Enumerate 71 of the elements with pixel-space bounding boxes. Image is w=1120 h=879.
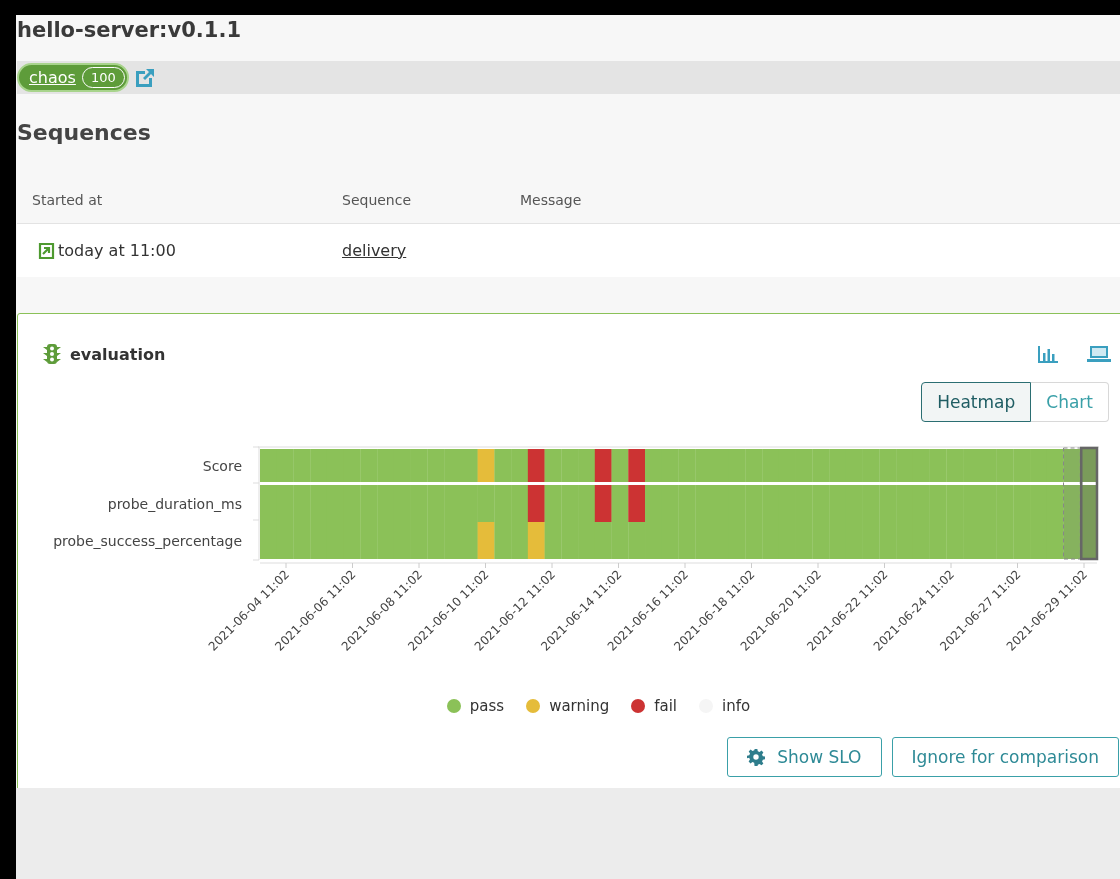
laptop-icon[interactable] <box>1087 345 1111 363</box>
heatmap-cell[interactable] <box>293 522 311 559</box>
heatmap-cell[interactable] <box>578 485 596 522</box>
heatmap-cell[interactable] <box>628 449 646 482</box>
heatmap-cell[interactable] <box>578 449 596 482</box>
row-label: Score <box>202 457 242 474</box>
heatmap-cell[interactable] <box>963 449 981 482</box>
heatmap-cell[interactable] <box>879 485 897 522</box>
heatmap-cell[interactable] <box>561 522 579 559</box>
heatmap-cell[interactable] <box>879 522 897 559</box>
legend-label[interactable]: info <box>722 697 751 715</box>
heatmap-cell[interactable] <box>745 485 763 522</box>
heatmap-cell[interactable] <box>946 522 964 559</box>
heatmap-cell[interactable] <box>812 522 830 559</box>
page-title: hello-server:v0.1.1 <box>17 17 242 44</box>
heatmap-cell[interactable] <box>494 522 512 559</box>
heatmap-cell[interactable] <box>360 485 378 522</box>
heatmap-cell[interactable] <box>561 449 579 482</box>
show-slo-button[interactable]: Show SLO <box>727 737 882 777</box>
traffic-light-icon <box>42 343 62 365</box>
heatmap-cell[interactable] <box>427 522 445 559</box>
sequence-link[interactable]: delivery <box>342 241 407 260</box>
arrow-box-icon[interactable] <box>36 240 56 261</box>
heatmap-cell[interactable] <box>561 485 579 522</box>
legend-label[interactable]: warning <box>549 697 610 715</box>
heatmap-cell[interactable] <box>745 449 763 482</box>
heatmap-cell[interactable] <box>896 449 914 482</box>
compared-column-highlight[interactable] <box>1063 447 1081 560</box>
heatmap-cell[interactable] <box>444 449 462 482</box>
heatmap-cell[interactable] <box>628 522 646 559</box>
heatmap-cell[interactable] <box>427 449 445 482</box>
heatmap-cell[interactable] <box>427 485 445 522</box>
card-title: evaluation <box>70 344 166 364</box>
section-heading: Sequences <box>17 119 152 147</box>
ignore-button[interactable]: Ignore for comparison <box>891 737 1119 777</box>
column-header: Started at <box>31 192 104 208</box>
heatmap-cell[interactable] <box>494 449 512 482</box>
row-label: probe_success_percentage <box>53 532 242 549</box>
heatmap-cell[interactable] <box>360 522 378 559</box>
heatmap-cell[interactable] <box>879 449 897 482</box>
heatmap-cell[interactable] <box>645 449 663 482</box>
view-tab[interactable]: Heatmap <box>921 382 1032 422</box>
heatmap-cell[interactable] <box>812 449 830 482</box>
heatmap-cell[interactable] <box>360 449 378 482</box>
heatmap-cell[interactable] <box>762 449 780 482</box>
heatmap-cell[interactable] <box>511 522 529 559</box>
heatmap-cell[interactable] <box>511 485 529 522</box>
heatmap-cell[interactable] <box>293 449 311 482</box>
heatmap-cell[interactable] <box>695 449 713 482</box>
heatmap-cell[interactable] <box>829 449 847 482</box>
heatmap-cell[interactable] <box>293 485 311 522</box>
heatmap-cell[interactable] <box>1013 449 1031 482</box>
heatmap-cell[interactable] <box>511 449 529 482</box>
bar-chart-icon[interactable] <box>1037 344 1059 364</box>
heatmap-cell[interactable] <box>946 485 964 522</box>
heatmap-cell[interactable] <box>494 485 512 522</box>
legend-label[interactable]: pass <box>469 697 505 715</box>
selected-column-highlight[interactable] <box>1080 446 1099 561</box>
heatmap-cell[interactable] <box>812 485 830 522</box>
heatmap-cell[interactable] <box>946 449 964 482</box>
heatmap-cell[interactable] <box>377 449 395 482</box>
heatmap-cell[interactable] <box>745 522 763 559</box>
legend-label[interactable]: fail <box>654 697 678 715</box>
column-header: Message <box>520 192 582 208</box>
column-header: Sequence <box>342 192 413 208</box>
heatmap-cell[interactable] <box>310 449 328 482</box>
table-cell: today at 11:00 <box>58 241 176 260</box>
heatmap-cell[interactable] <box>260 449 278 482</box>
settings-icon <box>747 748 766 766</box>
row-label: probe_duration_ms <box>107 495 242 512</box>
heatmap-cell[interactable] <box>628 485 646 522</box>
